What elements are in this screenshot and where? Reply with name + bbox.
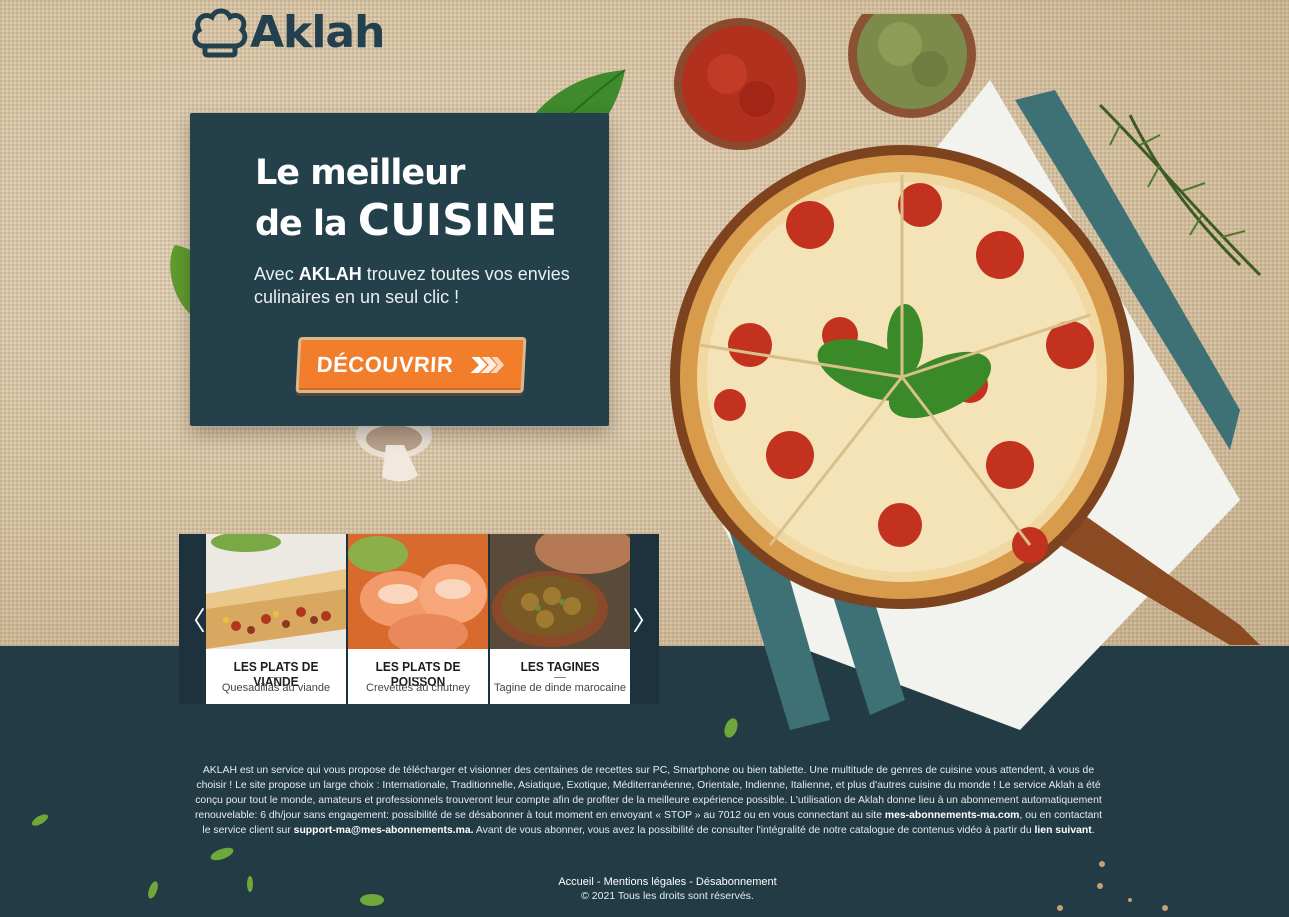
hero-title-line2: de la CUISINE	[255, 195, 557, 246]
about-text-part3: Avant de vous abonner, vous avez la poss…	[473, 825, 1035, 836]
about-email-link[interactable]: support-ma@mes-abonnements.ma.	[294, 825, 474, 836]
about-text: AKLAH est un service qui vous propose de…	[190, 763, 1107, 838]
discover-button-label: DÉCOUVRIR	[316, 352, 454, 377]
hero-title-emphasis: CUISINE	[357, 195, 558, 246]
legal-notice-link[interactable]: Mentions légales	[604, 876, 687, 888]
divider	[270, 677, 282, 678]
chevron-right-icon: 〉	[632, 606, 659, 637]
hero-panel: Le meilleur de la CUISINE Avec AKLAH tro…	[190, 113, 609, 426]
hero-title-line1: Le meilleur	[255, 153, 465, 193]
category-card-tagines[interactable]: LES TAGINES Tagine de dinde marocaine	[490, 534, 630, 704]
unsubscribe-link[interactable]: Désabonnement	[696, 876, 777, 888]
footer-links: Accueil - Mentions légales - Désabonneme…	[0, 876, 1289, 888]
footer-separator: -	[593, 876, 604, 888]
card-subtitle: Crevettes au chutney	[366, 682, 470, 694]
copyright: © 2021 Tous les droits sont réservés.	[581, 890, 754, 902]
chef-hat-icon	[192, 8, 248, 58]
quesadillas-image	[206, 534, 346, 649]
carousel-next-button[interactable]: 〉	[632, 534, 659, 704]
divider	[412, 677, 424, 678]
hero-subtitle-brand: AKLAH	[298, 264, 362, 284]
divider	[554, 677, 566, 678]
footer-separator: -	[686, 876, 696, 888]
shrimp-image	[348, 534, 488, 649]
hero-subtitle: Avec AKLAH trouvez toutes vos envies cul…	[254, 263, 584, 309]
category-card-fish[interactable]: LES PLATS DE POISSON Crevettes au chutne…	[348, 534, 488, 704]
rosemary-image	[1098, 103, 1262, 277]
catalogue-link[interactable]: lien suivant	[1035, 825, 1092, 836]
category-card-meat[interactable]: LES PLATS DE VIANDE Quesadillas au viand…	[206, 534, 346, 704]
hero-subtitle-prefix: Avec	[254, 264, 299, 284]
about-site-link[interactable]: mes-abonnements-ma.com	[885, 810, 1020, 821]
card-subtitle: Tagine de dinde marocaine	[493, 682, 627, 694]
chevron-left-icon: 〈	[179, 606, 206, 637]
carousel-prev-button[interactable]: 〈	[179, 534, 206, 704]
hero-title-prefix: de la	[255, 204, 358, 244]
category-carousel: 〈 LES PLATS DE VIANDE Quesadillas au via…	[179, 534, 659, 704]
double-chevron-right-icon	[470, 355, 506, 375]
logo-text: Aklah	[250, 6, 385, 58]
card-title: LES TAGINES	[520, 659, 600, 674]
about-text-end: .	[1091, 825, 1095, 836]
discover-button[interactable]: DÉCOUVRIR	[295, 337, 527, 393]
logo[interactable]: Aklah	[190, 6, 385, 58]
tagine-image	[490, 534, 630, 649]
home-link[interactable]: Accueil	[558, 876, 593, 888]
card-subtitle: Quesadillas au viande	[221, 682, 331, 694]
